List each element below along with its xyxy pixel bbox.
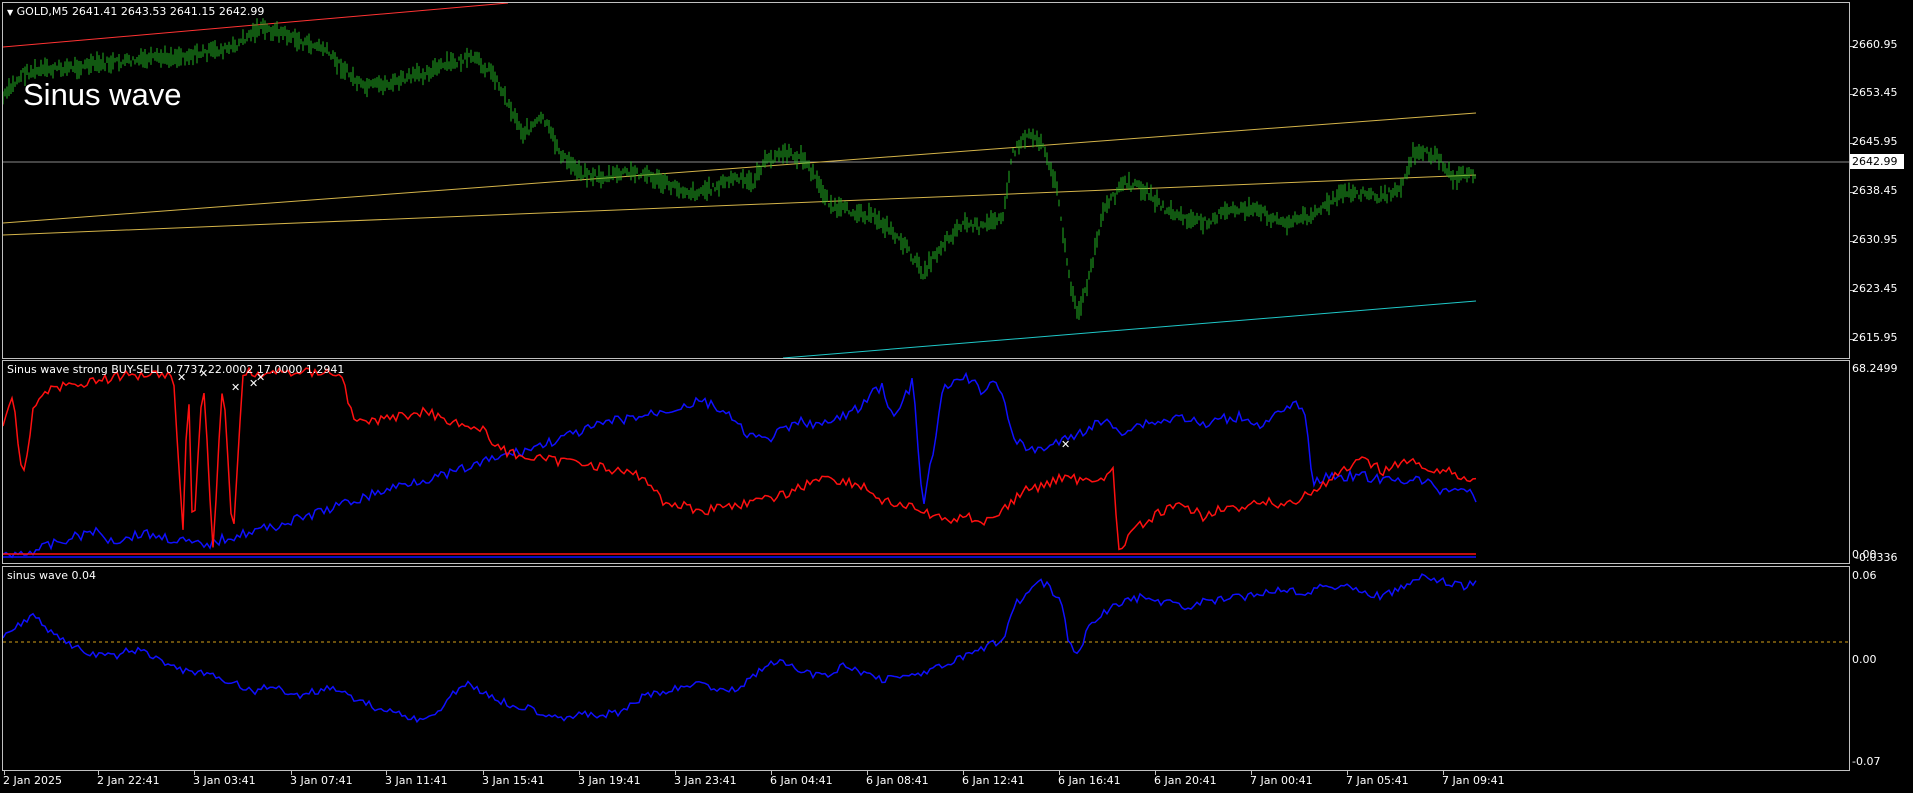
indicator1-axis-top: 68.2499 [1852,362,1898,375]
price-axis-label: 2660.95 [1852,38,1898,51]
indicator-buy-sell-label: Sinus wave strong BUY-SELL 0.7737 22.000… [7,363,345,376]
indicator1-axis-bottom: -0.0336 [1855,551,1898,564]
indicator2-axis-top: 0.06 [1852,569,1877,582]
time-axis-label: 3 Jan 11:41 [385,774,448,787]
current-price-tag: 2642.99 [1850,154,1904,169]
price-axis-label: 2623.45 [1852,282,1898,295]
indicator-buy-sell-canvas[interactable]: ✕ ✕✕ ✕✕✕ [3,361,1849,563]
price-chart-pane[interactable]: ▼ GOLD,M5 2641.41 2643.53 2641.15 2642.9… [2,2,1850,359]
time-axis-label: 7 Jan 05:41 [1346,774,1409,787]
indicator-sinus-label: sinus wave 0.04 [7,569,96,582]
indicator2-axis-bottom: -0.07 [1852,755,1881,768]
signal-cross-marker: ✕ [1061,438,1070,451]
overlay-title: Sinus wave [23,77,182,112]
indicator-buy-sell-pane[interactable]: ✕ ✕ ✕ ✕ ✕ ✕ Sinus wave strong BUY-SELL 0.7737… [2,360,1850,564]
trendline-lower-cyan [782,300,1477,358]
time-axis-label: 3 Jan 03:41 [193,774,256,787]
symbol-header: ▼ GOLD,M5 2641.41 2643.53 2641.15 2642.9… [7,5,264,18]
price-axis-label: 2630.95 [1852,233,1898,246]
signal-cross-marker: ✕ [231,381,240,394]
time-axis-label: 3 Jan 07:41 [290,774,353,787]
time-axis-label: 3 Jan 23:41 [674,774,737,787]
price-axis-label: 2653.45 [1852,86,1898,99]
time-axis-label: 7 Jan 09:41 [1442,774,1505,787]
time-axis-label: 3 Jan 19:41 [578,774,641,787]
price-axis-label: 2615.95 [1852,331,1898,344]
indicator2-axis-zero: 0.00 [1852,653,1877,666]
time-axis-label: 7 Jan 00:41 [1250,774,1313,787]
time-axis-label: 6 Jan 04:41 [770,774,833,787]
time-axis-label: 3 Jan 15:41 [482,774,545,787]
price-axis-label: 2645.95 [1852,135,1898,148]
sinus-wave-line [3,573,1477,724]
price-bars [3,18,1476,320]
time-axis-label: 6 Jan 16:41 [1058,774,1121,787]
symbol-label: GOLD,M5 [16,5,69,18]
time-axis-label: 6 Jan 12:41 [962,774,1025,787]
time-axis-label: 6 Jan 08:41 [866,774,929,787]
time-axis-label: 6 Jan 20:41 [1154,774,1217,787]
price-chart-canvas[interactable] [3,3,1849,358]
red-strength-line [3,366,1477,551]
collapse-triangle-icon[interactable]: ▼ [7,8,13,17]
price-axis-label: 2638.45 [1852,184,1898,197]
time-axis-label: 2 Jan 22:41 [97,774,160,787]
indicator-sinus-canvas[interactable] [3,567,1849,770]
time-axis-label: 2 Jan 2025 [3,774,62,787]
indicator-sinus-pane[interactable]: sinus wave 0.04 [2,566,1850,771]
ohlc-values: 2641.41 2643.53 2641.15 2642.99 [71,5,265,18]
